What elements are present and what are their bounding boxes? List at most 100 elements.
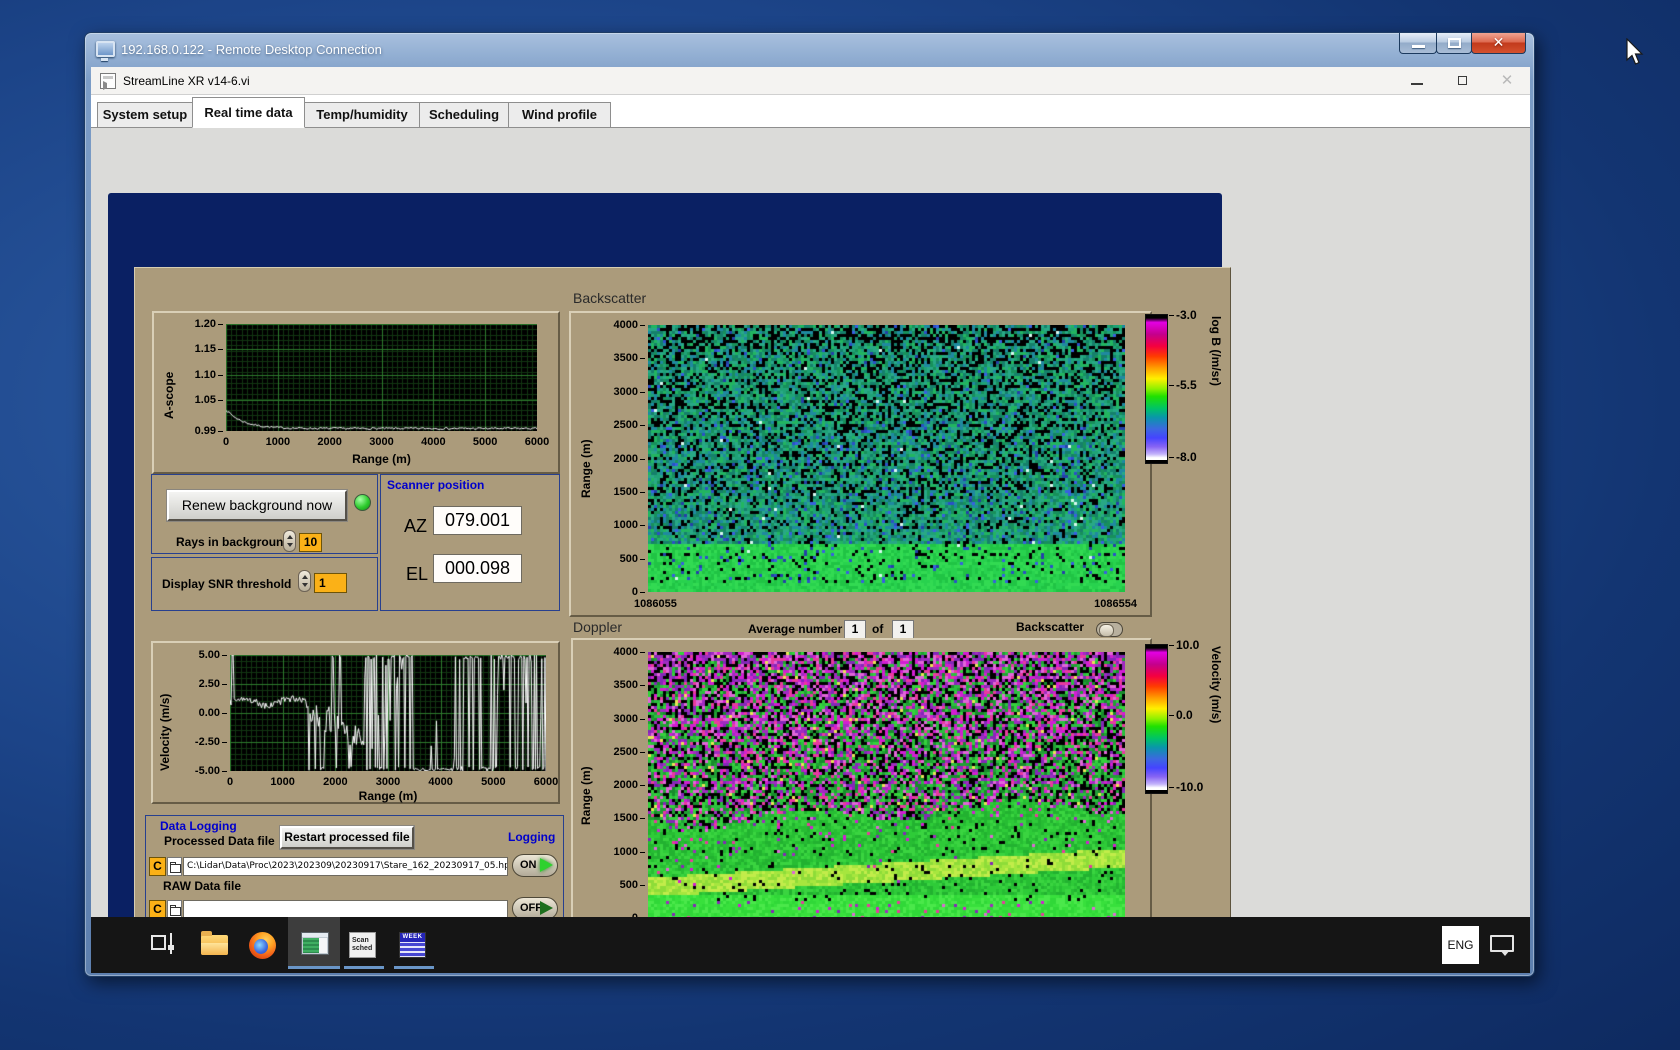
tab-scheduling[interactable]: Scheduling <box>419 102 509 128</box>
axis-tick-label: 0 <box>571 586 645 598</box>
app-window-title: StreamLine XR v14-6.vi <box>123 74 250 88</box>
rays-spinner[interactable] <box>283 530 296 552</box>
colorbar-tick-top: 10.0 <box>1168 638 1200 652</box>
axis-tick-label: 1500 <box>571 486 645 498</box>
processed-path-field[interactable]: C:\Lidar\Data\Proc\2023\202309\20230917\… <box>183 857 508 876</box>
tab-wind-profile[interactable]: Wind profile <box>508 102 611 128</box>
axis-tick-label: 500 <box>573 879 645 891</box>
doppler-chart-group: Range (m) 4000 3500 3000 2500 2000 1500 1000 50… <box>571 638 1152 941</box>
language-button[interactable]: ENG <box>1442 926 1479 964</box>
main-frame: A-scope Range (m) 1.20 1.15 1.10 1.05 0.99 0 1… <box>108 193 1231 973</box>
average-number-label: Average number <box>748 622 843 636</box>
axis-tick-label: 1000 <box>270 776 295 788</box>
backscatter-colorbar: -3.0 -5.5 -8.0 log B (/m/sr) <box>1145 308 1237 478</box>
doppler-heatmap <box>648 652 1125 918</box>
axis-tick-label: 1086055 <box>634 598 677 610</box>
processed-browse-button[interactable] <box>167 857 182 876</box>
axis-tick-label: 4000 <box>573 646 645 658</box>
labview-vi-icon <box>100 73 116 90</box>
rdp-minimize-button[interactable] <box>1399 33 1437 54</box>
app-minimize-button[interactable] <box>1404 71 1430 91</box>
rays-value-input[interactable]: 10 <box>299 533 322 552</box>
axis-tick-label: 1.05 <box>154 394 223 406</box>
colorbar-gradient <box>1145 314 1168 464</box>
tab-real-time-data[interactable]: Real time data <box>192 97 305 128</box>
backscatter-section-title: Backscatter <box>573 290 647 306</box>
processed-drive-select[interactable]: C <box>149 857 166 876</box>
axis-tick-label: 1000 <box>571 519 645 531</box>
axis-tick-label: 3000 <box>369 436 394 448</box>
ascope-plot <box>226 324 537 431</box>
app-content: A-scope Range (m) 1.20 1.15 1.10 1.05 0.99 0 1… <box>91 128 1530 973</box>
scanner-position-title: Scanner position <box>387 478 485 492</box>
toggle-off-lens-icon <box>540 901 553 915</box>
backscatter-chart-group: Range (m) 4000 3500 3000 2500 2000 1500 1000 50… <box>569 311 1152 617</box>
az-label: AZ <box>404 516 428 536</box>
tab-temp-humidity[interactable]: Temp/humidity <box>304 102 420 128</box>
doppler-section-title: Doppler <box>573 619 623 635</box>
axis-tick-label: 5000 <box>481 776 506 788</box>
snr-spinner[interactable] <box>298 570 311 592</box>
processed-logging-toggle[interactable]: ON <box>512 854 558 877</box>
rdp-titlebar[interactable]: 192.168.0.122 - Remote Desktop Connectio… <box>85 33 1534 67</box>
week-schedule-icon[interactable]: WEEK <box>399 932 426 958</box>
display-snr-threshold-label: Display SNR threshold <box>162 577 292 591</box>
average-total-input[interactable]: 1 <box>892 620 914 639</box>
axis-tick-label: 5.00 <box>153 649 227 661</box>
task-view-icon[interactable] <box>151 933 175 955</box>
app-titlebar[interactable]: StreamLine XR v14-6.vi ✕ <box>91 67 1530 95</box>
running-indicator <box>394 966 434 969</box>
minimize-icon <box>1412 45 1425 48</box>
firefox-icon[interactable] <box>249 932 276 959</box>
ascope-x-axis-label: Range (m) <box>352 452 411 466</box>
rdp-window-title: 192.168.0.122 - Remote Desktop Connectio… <box>121 42 382 57</box>
tab-strip: System setup Real time data Temp/humidit… <box>91 95 1530 128</box>
app-restore-button[interactable] <box>1449 71 1475 91</box>
axis-tick-label: 3000 <box>571 386 645 398</box>
axis-tick-label: -2.50 <box>153 736 227 748</box>
el-label: EL <box>406 564 429 584</box>
rdp-close-button[interactable]: ✕ <box>1471 33 1526 54</box>
axis-tick-label: 1.10 <box>154 369 223 381</box>
minimize-icon <box>1411 83 1423 85</box>
restore-icon <box>1457 73 1472 85</box>
file-explorer-icon[interactable] <box>201 931 228 955</box>
axis-tick-label: 2000 <box>571 453 645 465</box>
rdp-maximize-button[interactable] <box>1436 33 1472 54</box>
app-close-button[interactable]: ✕ <box>1494 71 1520 91</box>
backscatter-display-toggle[interactable] <box>1096 622 1123 637</box>
logging-label: Logging <box>508 830 556 844</box>
doppler-colorbar: 10.0 0.0 -10.0 Velocity (m/s) <box>1145 638 1237 808</box>
colorbar-tick-bottom: -10.0 <box>1168 780 1204 794</box>
axis-tick-label: 0.99 <box>154 425 223 437</box>
renew-background-button[interactable]: Renew background now <box>167 490 347 521</box>
tab-system-setup[interactable]: System setup <box>97 102 193 128</box>
axis-tick-label: 4000 <box>571 319 645 331</box>
processed-data-file-label: Processed Data file <box>164 834 275 848</box>
velocity-x-axis-label: Range (m) <box>358 789 418 803</box>
velocity-plot <box>230 655 546 771</box>
maximize-icon <box>1448 38 1461 48</box>
axis-tick-label: 3000 <box>375 776 401 788</box>
average-number-input[interactable]: 1 <box>844 620 866 639</box>
el-value: 000.098 <box>433 554 522 583</box>
raw-data-file-label: RAW Data file <box>163 879 242 893</box>
axis-tick-label: 3500 <box>571 352 645 364</box>
axis-tick-label: 0.00 <box>153 707 227 719</box>
scan-scheduler-icon[interactable]: Scan sched <box>349 932 376 958</box>
streamline-app-icon[interactable] <box>301 932 329 955</box>
scanner-position-box: Scanner position AZ 079.001 EL 000.098 <box>380 474 560 611</box>
snr-value-input[interactable]: 1 <box>314 573 347 593</box>
backscatter-heatmap <box>648 325 1125 592</box>
axis-tick-label: 1000 <box>573 846 645 858</box>
axis-tick-label: 2000 <box>323 776 348 788</box>
axis-tick-label: 2500 <box>571 419 645 431</box>
axis-tick-label: 2.50 <box>153 678 227 690</box>
action-center-icon[interactable] <box>1490 935 1514 956</box>
restart-processed-file-button[interactable]: Restart processed file <box>280 826 414 849</box>
axis-tick-label: 2500 <box>573 746 645 758</box>
axis-tick-label: 2000 <box>317 436 342 448</box>
colorbar-tick-mid: 0.0 <box>1169 708 1193 722</box>
axis-tick-label: 1086554 <box>1094 598 1137 610</box>
axis-tick-label: 1500 <box>573 812 645 824</box>
